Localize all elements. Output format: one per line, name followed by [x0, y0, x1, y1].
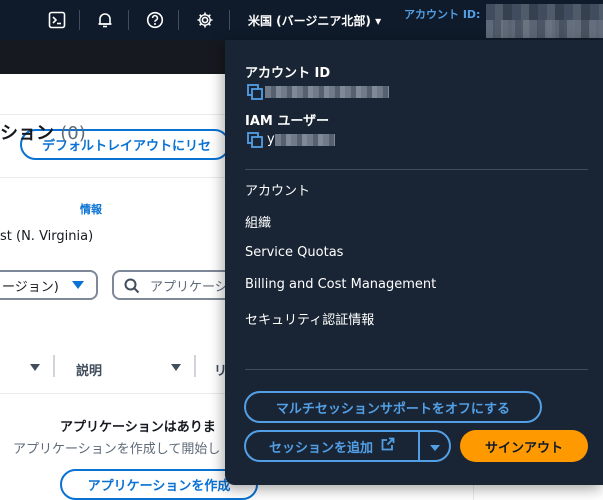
menu-item-service-quotas[interactable]: Service Quotas — [245, 245, 343, 260]
empty-state-subtitle: アプリケーションを作成して開始し — [13, 442, 221, 457]
multisession-off-label: マルチセッションサポートをオフにする — [275, 401, 511, 417]
sort-icon[interactable] — [30, 364, 40, 371]
account-id-heading: アカウント ID — [245, 66, 331, 81]
account-id-value-redacted — [265, 86, 389, 98]
menu-item-account[interactable]: アカウント — [245, 180, 310, 199]
nav-separator — [79, 10, 80, 30]
cloudshell-icon[interactable] — [48, 11, 66, 29]
copy-icon[interactable] — [247, 132, 263, 148]
add-session-label: セッションを追加 — [268, 440, 373, 456]
account-menu-panel: アカウント ID IAM ユーザー y アカウント 組織 Service Quo… — [225, 40, 603, 485]
empty-state-title: アプリケーションはありま — [60, 420, 216, 435]
divider — [245, 369, 588, 370]
region-selector[interactable]: 米国 (バージニア北部) ▾ — [248, 12, 381, 29]
signout-button[interactable]: サインアウト — [460, 430, 588, 462]
divider — [245, 169, 588, 170]
add-session-dropdown[interactable] — [420, 432, 449, 460]
region-subtitle: st (N. Virginia) — [0, 229, 94, 244]
account-id-label[interactable]: アカウント ID: — [404, 6, 480, 22]
column-separator[interactable] — [194, 355, 196, 377]
search-input[interactable]: アプリケーシ — [112, 270, 242, 300]
menu-item-organizations[interactable]: 組織 — [245, 212, 271, 231]
search-icon — [124, 278, 140, 298]
filter-select[interactable]: ージョン) — [0, 270, 98, 300]
external-link-icon — [381, 437, 395, 455]
divider — [0, 114, 225, 115]
nav-separator — [178, 10, 179, 30]
page-title-text: ション — [0, 123, 54, 144]
multisession-off-button[interactable]: マルチセッションサポートをオフにする — [244, 391, 542, 423]
help-icon[interactable] — [146, 11, 164, 29]
iam-user-value-redacted — [275, 134, 335, 146]
search-placeholder: アプリケーシ — [150, 279, 228, 295]
add-session-button[interactable]: セッションを追加 — [246, 432, 418, 460]
column-separator[interactable] — [53, 355, 55, 377]
create-application-label: アプリケーションを作成 — [87, 479, 231, 494]
top-navigation: 米国 (バージニア北部) ▾ アカウント ID: — [0, 0, 603, 40]
caret-down-icon — [72, 281, 84, 289]
divider — [0, 177, 225, 178]
nav-separator — [128, 10, 129, 30]
table-header-divider — [0, 393, 225, 394]
add-session-split-button: セッションを追加 — [244, 430, 451, 462]
iam-user-value: y — [267, 132, 275, 147]
copy-icon[interactable] — [247, 84, 263, 100]
nav-separator — [229, 10, 230, 30]
gear-icon[interactable] — [196, 11, 214, 29]
column-header-description[interactable]: 説明 — [76, 360, 102, 379]
page-title-count: (0) — [60, 123, 86, 144]
account-name-redacted — [486, 20, 603, 38]
page-title: ション (0) — [0, 119, 86, 145]
menu-item-billing[interactable]: Billing and Cost Management — [245, 277, 436, 292]
menu-item-security-credentials[interactable]: セキュリティ認証情報 — [245, 309, 374, 328]
caret-down-icon — [429, 437, 441, 456]
info-link[interactable]: 情報 — [80, 201, 102, 217]
filter-select-value: ージョン) — [2, 279, 59, 295]
signout-label: サインアウト — [484, 440, 563, 456]
iam-user-heading: IAM ユーザー — [245, 114, 330, 129]
sort-icon[interactable] — [171, 364, 181, 371]
bell-icon[interactable] — [96, 11, 114, 29]
